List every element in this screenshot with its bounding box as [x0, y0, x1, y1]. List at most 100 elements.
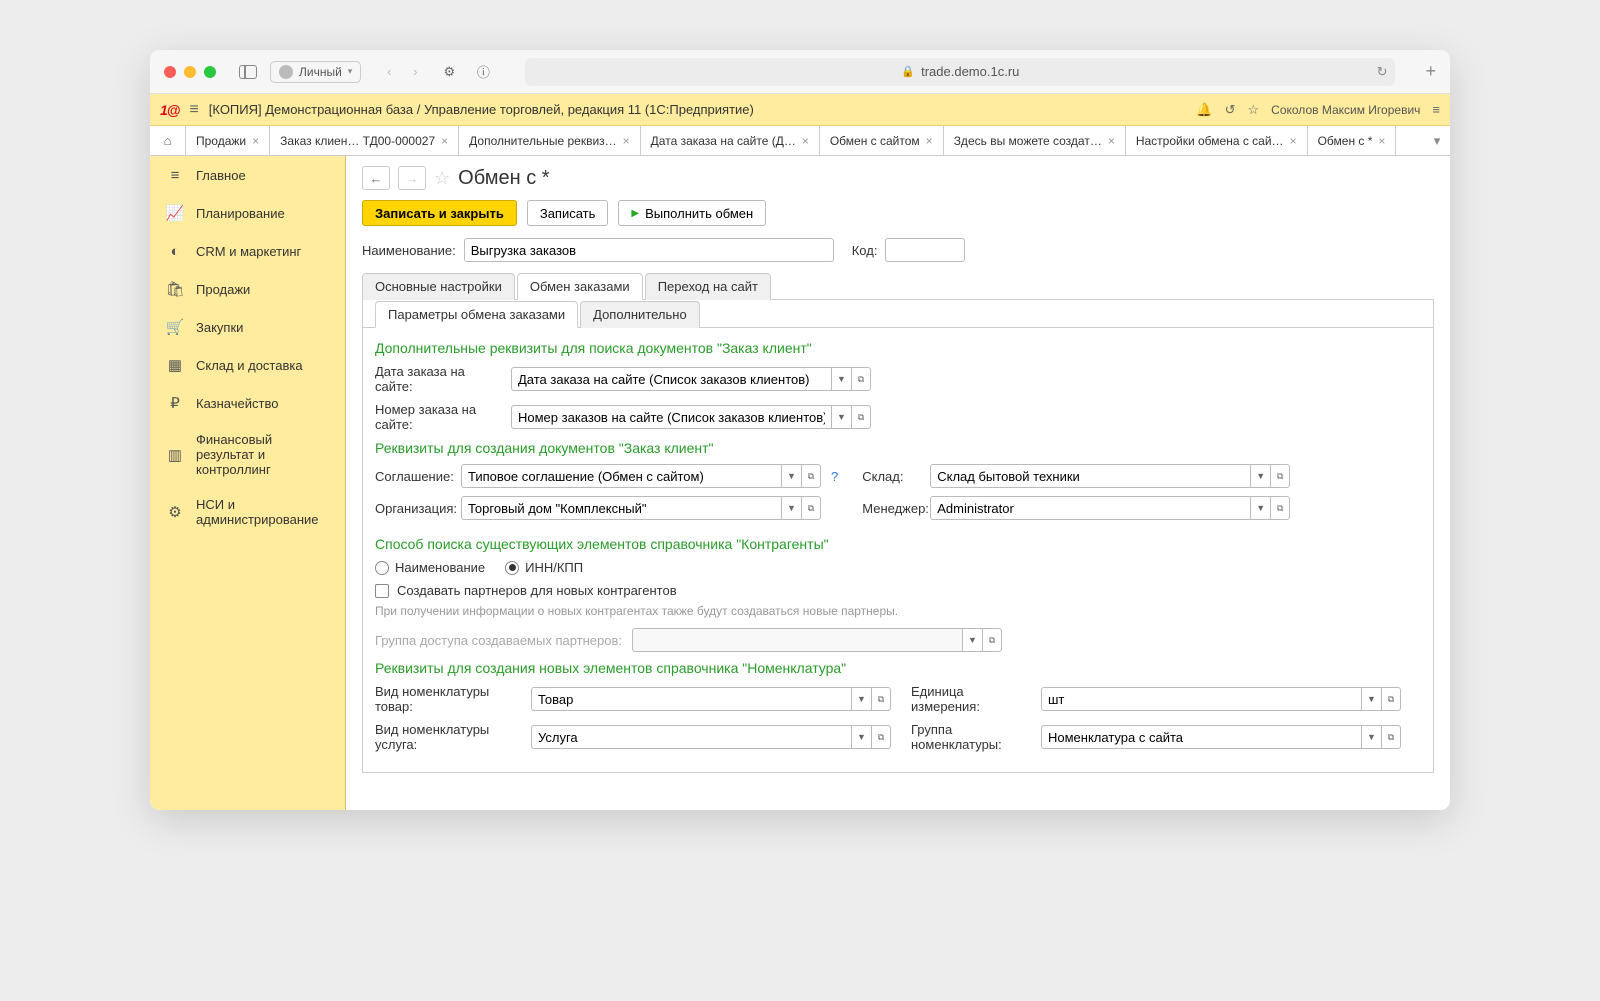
sidebar: ≡Главное📈Планирование◐CRM и маркетинг🛍Пр… [150, 156, 346, 810]
run-exchange-button[interactable]: Выполнить обмен [618, 200, 766, 226]
minimize-window-button[interactable] [184, 66, 196, 78]
open-icon[interactable]: ⧉ [851, 405, 871, 429]
nav-forward[interactable]: › [403, 60, 427, 84]
nav-back[interactable]: ‹ [377, 60, 401, 84]
doc-tab[interactable]: Обмен с *× [1308, 126, 1397, 155]
open-icon[interactable]: ⧉ [1270, 464, 1290, 488]
dropdown-icon[interactable]: ▼ [1250, 464, 1270, 488]
sidebar-item[interactable]: 🛍Продажи [150, 270, 345, 308]
open-icon[interactable]: ⧉ [871, 725, 891, 749]
tab-close-icon[interactable]: × [802, 134, 809, 148]
sidebar-item[interactable]: ◐CRM и маркетинг [150, 232, 345, 270]
sidebar-item-label: CRM и маркетинг [196, 244, 301, 259]
nom-group-input[interactable] [1041, 725, 1361, 749]
open-icon[interactable]: ⧉ [1381, 725, 1401, 749]
dropdown-icon[interactable]: ▼ [831, 405, 851, 429]
settings-menu-icon[interactable]: ≡ [1432, 102, 1440, 117]
favorite-icon[interactable]: ☆ [434, 168, 450, 189]
doc-tab[interactable]: Продажи× [186, 126, 270, 155]
name-input[interactable] [464, 238, 834, 262]
bell-icon[interactable]: 🔔 [1196, 102, 1212, 118]
close-window-button[interactable] [164, 66, 176, 78]
main-tab[interactable]: Основные настройки [362, 273, 515, 300]
sidebar-item[interactable]: ▥Финансовый результат и контроллинг [150, 422, 345, 487]
sidebar-item[interactable]: ₽Казначейство [150, 384, 345, 422]
home-tab[interactable]: ⌂ [150, 126, 186, 155]
code-input[interactable] [885, 238, 965, 262]
org-input[interactable] [461, 496, 781, 520]
dropdown-icon[interactable]: ▼ [831, 367, 851, 391]
type-goods-input[interactable] [531, 687, 851, 711]
dropdown-icon[interactable]: ▼ [851, 687, 871, 711]
main-tab[interactable]: Обмен заказами [517, 273, 643, 300]
open-icon: ⧉ [982, 628, 1002, 652]
dropdown-icon[interactable]: ▼ [1250, 496, 1270, 520]
dropdown-icon[interactable]: ▼ [781, 496, 801, 520]
help-icon[interactable]: ? [831, 469, 838, 484]
dropdown-icon[interactable]: ▼ [851, 725, 871, 749]
info-icon[interactable]: ⓘ [471, 60, 495, 84]
sub-tab[interactable]: Дополнительно [580, 301, 700, 328]
save-button[interactable]: Записать [527, 200, 609, 226]
open-icon[interactable]: ⧉ [801, 464, 821, 488]
tab-close-icon[interactable]: × [623, 134, 630, 148]
tab-close-icon[interactable]: × [926, 134, 933, 148]
url-text: trade.demo.1c.ru [921, 64, 1019, 79]
new-tab-button[interactable]: + [1425, 61, 1436, 82]
sidebar-item[interactable]: ≡Главное [150, 156, 345, 194]
sidebar-toggle[interactable] [236, 60, 260, 84]
radio-inn[interactable]: ИНН/КПП [505, 560, 583, 575]
type-serv-input[interactable] [531, 725, 851, 749]
dropdown-icon[interactable]: ▼ [781, 464, 801, 488]
doc-tab[interactable]: Обмен с сайтом× [820, 126, 944, 155]
tab-close-icon[interactable]: × [441, 134, 448, 148]
page-forward-button[interactable]: → [398, 166, 426, 190]
doc-tab[interactable]: Дата заказа на сайте (Д…× [641, 126, 820, 155]
main-tab[interactable]: Переход на сайт [645, 273, 771, 300]
star-icon[interactable]: ☆ [1248, 102, 1260, 118]
doc-tab[interactable]: Здесь вы можете создат…× [944, 126, 1126, 155]
agree-input[interactable] [461, 464, 781, 488]
save-close-button[interactable]: Записать и закрыть [362, 200, 517, 226]
open-icon[interactable]: ⧉ [1381, 687, 1401, 711]
dropdown-icon[interactable]: ▼ [1361, 687, 1381, 711]
mgr-input[interactable] [930, 496, 1250, 520]
org-label: Организация: [375, 501, 455, 516]
menu-icon[interactable]: ≡ [189, 101, 198, 119]
open-icon[interactable]: ⧉ [871, 687, 891, 711]
mgr-label: Менеджер: [862, 501, 924, 516]
history-icon[interactable]: ↺ [1225, 102, 1236, 118]
sidebar-item[interactable]: 📈Планирование [150, 194, 345, 232]
num-input[interactable] [511, 405, 831, 429]
tab-close-icon[interactable]: × [1108, 134, 1115, 148]
page-back-button[interactable]: ← [362, 166, 390, 190]
doc-tab[interactable]: Заказ клиен… ТД00-000027× [270, 126, 459, 155]
sidebar-item[interactable]: ⚙НСИ и администрирование [150, 487, 345, 537]
tab-close-icon[interactable]: × [1290, 134, 1297, 148]
doc-tab[interactable]: Настройки обмена с сай…× [1126, 126, 1308, 155]
sklad-input[interactable] [930, 464, 1250, 488]
date-input[interactable] [511, 367, 831, 391]
create-partners-checkbox[interactable] [375, 584, 389, 598]
sidebar-item[interactable]: 🛒Закупки [150, 308, 345, 346]
url-bar[interactable]: 🔒 trade.demo.1c.ru ↻ [525, 58, 1395, 86]
logo-1c: 1@ [160, 102, 179, 118]
browser-window: Личный▾ ‹ › ⚙ ⓘ 🔒 trade.demo.1c.ru ↻ + 1… [150, 50, 1450, 810]
maximize-window-button[interactable] [204, 66, 216, 78]
open-icon[interactable]: ⧉ [801, 496, 821, 520]
tab-close-icon[interactable]: × [252, 134, 259, 148]
reload-icon[interactable]: ↻ [1377, 64, 1388, 80]
radio-name[interactable]: Наименование [375, 560, 485, 575]
unit-input[interactable] [1041, 687, 1361, 711]
tab-close-icon[interactable]: × [1378, 134, 1385, 148]
doc-tab[interactable]: Дополнительные реквиз…× [459, 126, 641, 155]
tabs-overflow[interactable]: ▾ [1424, 126, 1450, 155]
settings-icon[interactable]: ⚙ [437, 60, 461, 84]
profile-chip[interactable]: Личный▾ [270, 61, 361, 83]
open-icon[interactable]: ⧉ [1270, 496, 1290, 520]
sidebar-item[interactable]: ▦Склад и доставка [150, 346, 345, 384]
type-goods-label: Вид номенклатуры товар: [375, 684, 525, 714]
sub-tab[interactable]: Параметры обмена заказами [375, 301, 578, 328]
dropdown-icon[interactable]: ▼ [1361, 725, 1381, 749]
open-icon[interactable]: ⧉ [851, 367, 871, 391]
